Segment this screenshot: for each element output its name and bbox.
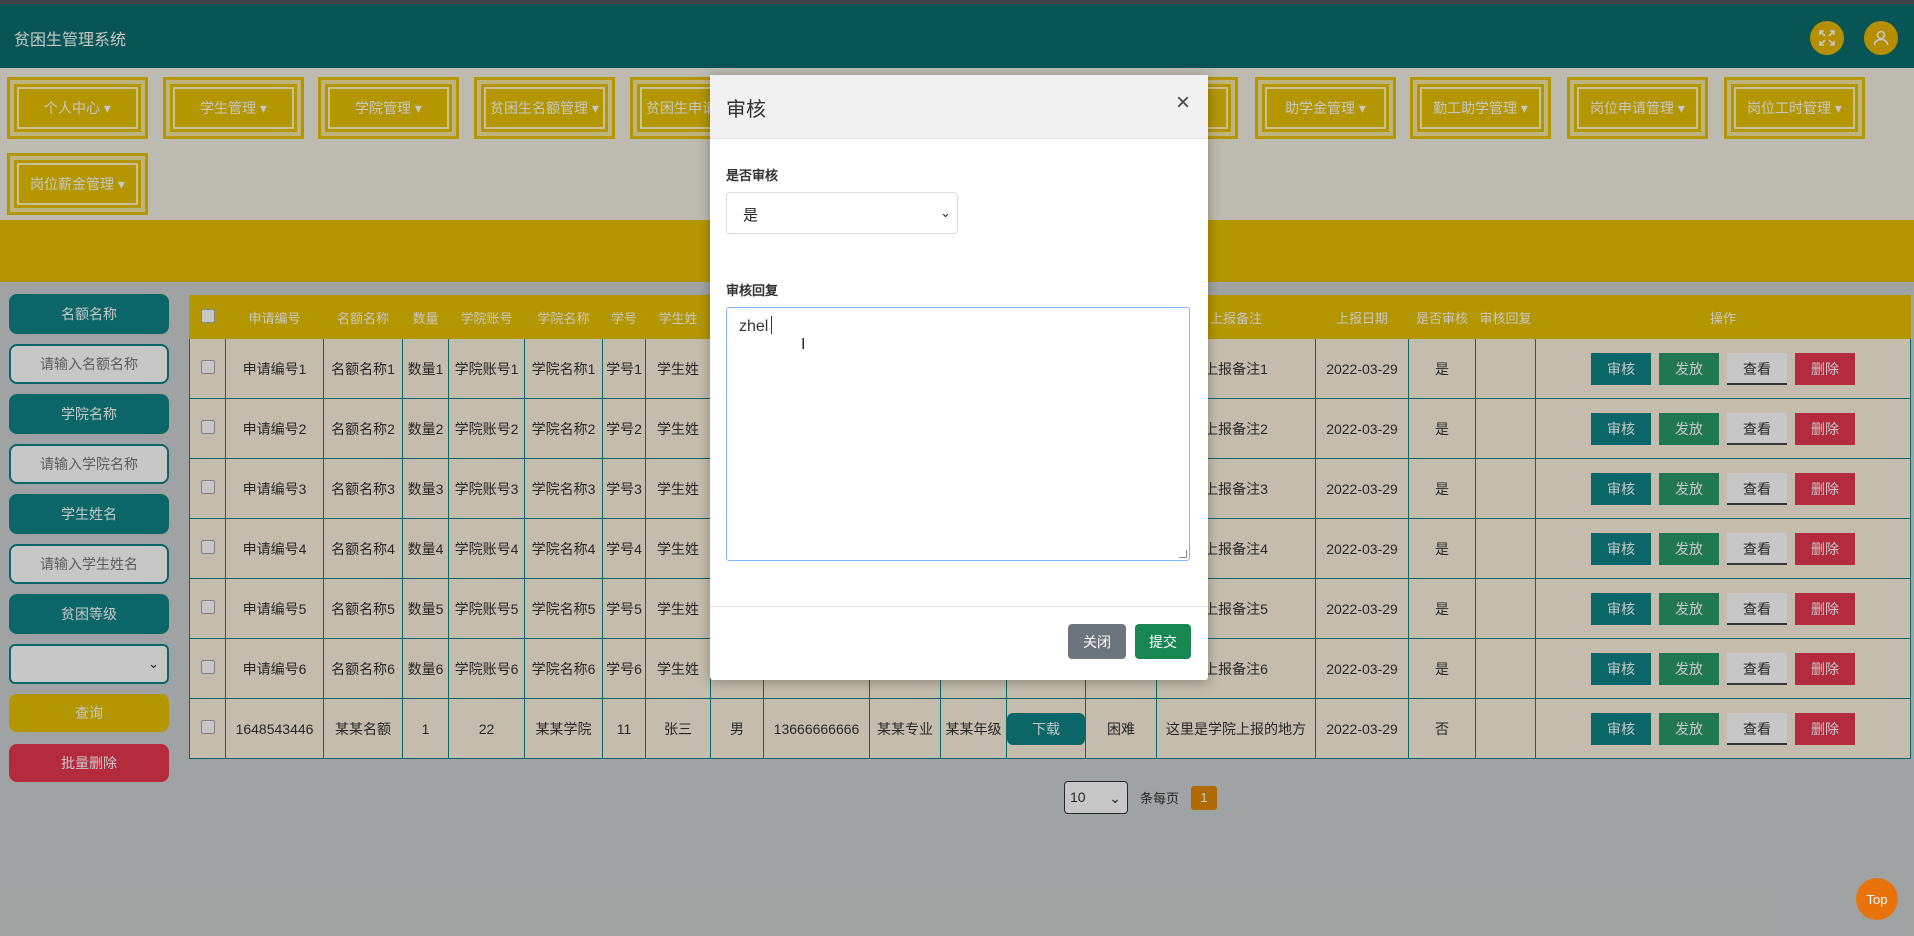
submit-button[interactable]: 提交: [1135, 624, 1191, 659]
review-status-select[interactable]: 是 ⌄: [726, 192, 958, 234]
back-to-top-button[interactable]: Top: [1856, 878, 1898, 920]
dialog-footer: 关闭 提交: [710, 606, 1208, 680]
chevron-down-icon: ⌄: [940, 205, 951, 220]
review-dialog: 审核 × 是否审核 是 ⌄ 审核回复 zhel I 关闭 提交: [710, 75, 1208, 680]
close-icon[interactable]: ×: [1176, 89, 1190, 117]
resize-handle[interactable]: [1179, 550, 1187, 558]
dialog-header: 审核 ×: [710, 75, 1208, 139]
dialog-title: 审核: [726, 99, 766, 121]
ibeam-cursor-icon: I: [801, 336, 806, 353]
text-caret: [771, 316, 773, 334]
review-status-label: 是否审核: [726, 168, 779, 183]
review-reply-textarea[interactable]: zhel I: [726, 307, 1190, 561]
close-button[interactable]: 关闭: [1068, 624, 1126, 659]
review-reply-label: 审核回复: [726, 283, 779, 298]
dialog-body: 是否审核 是 ⌄ 审核回复 zhel I: [710, 139, 1208, 581]
